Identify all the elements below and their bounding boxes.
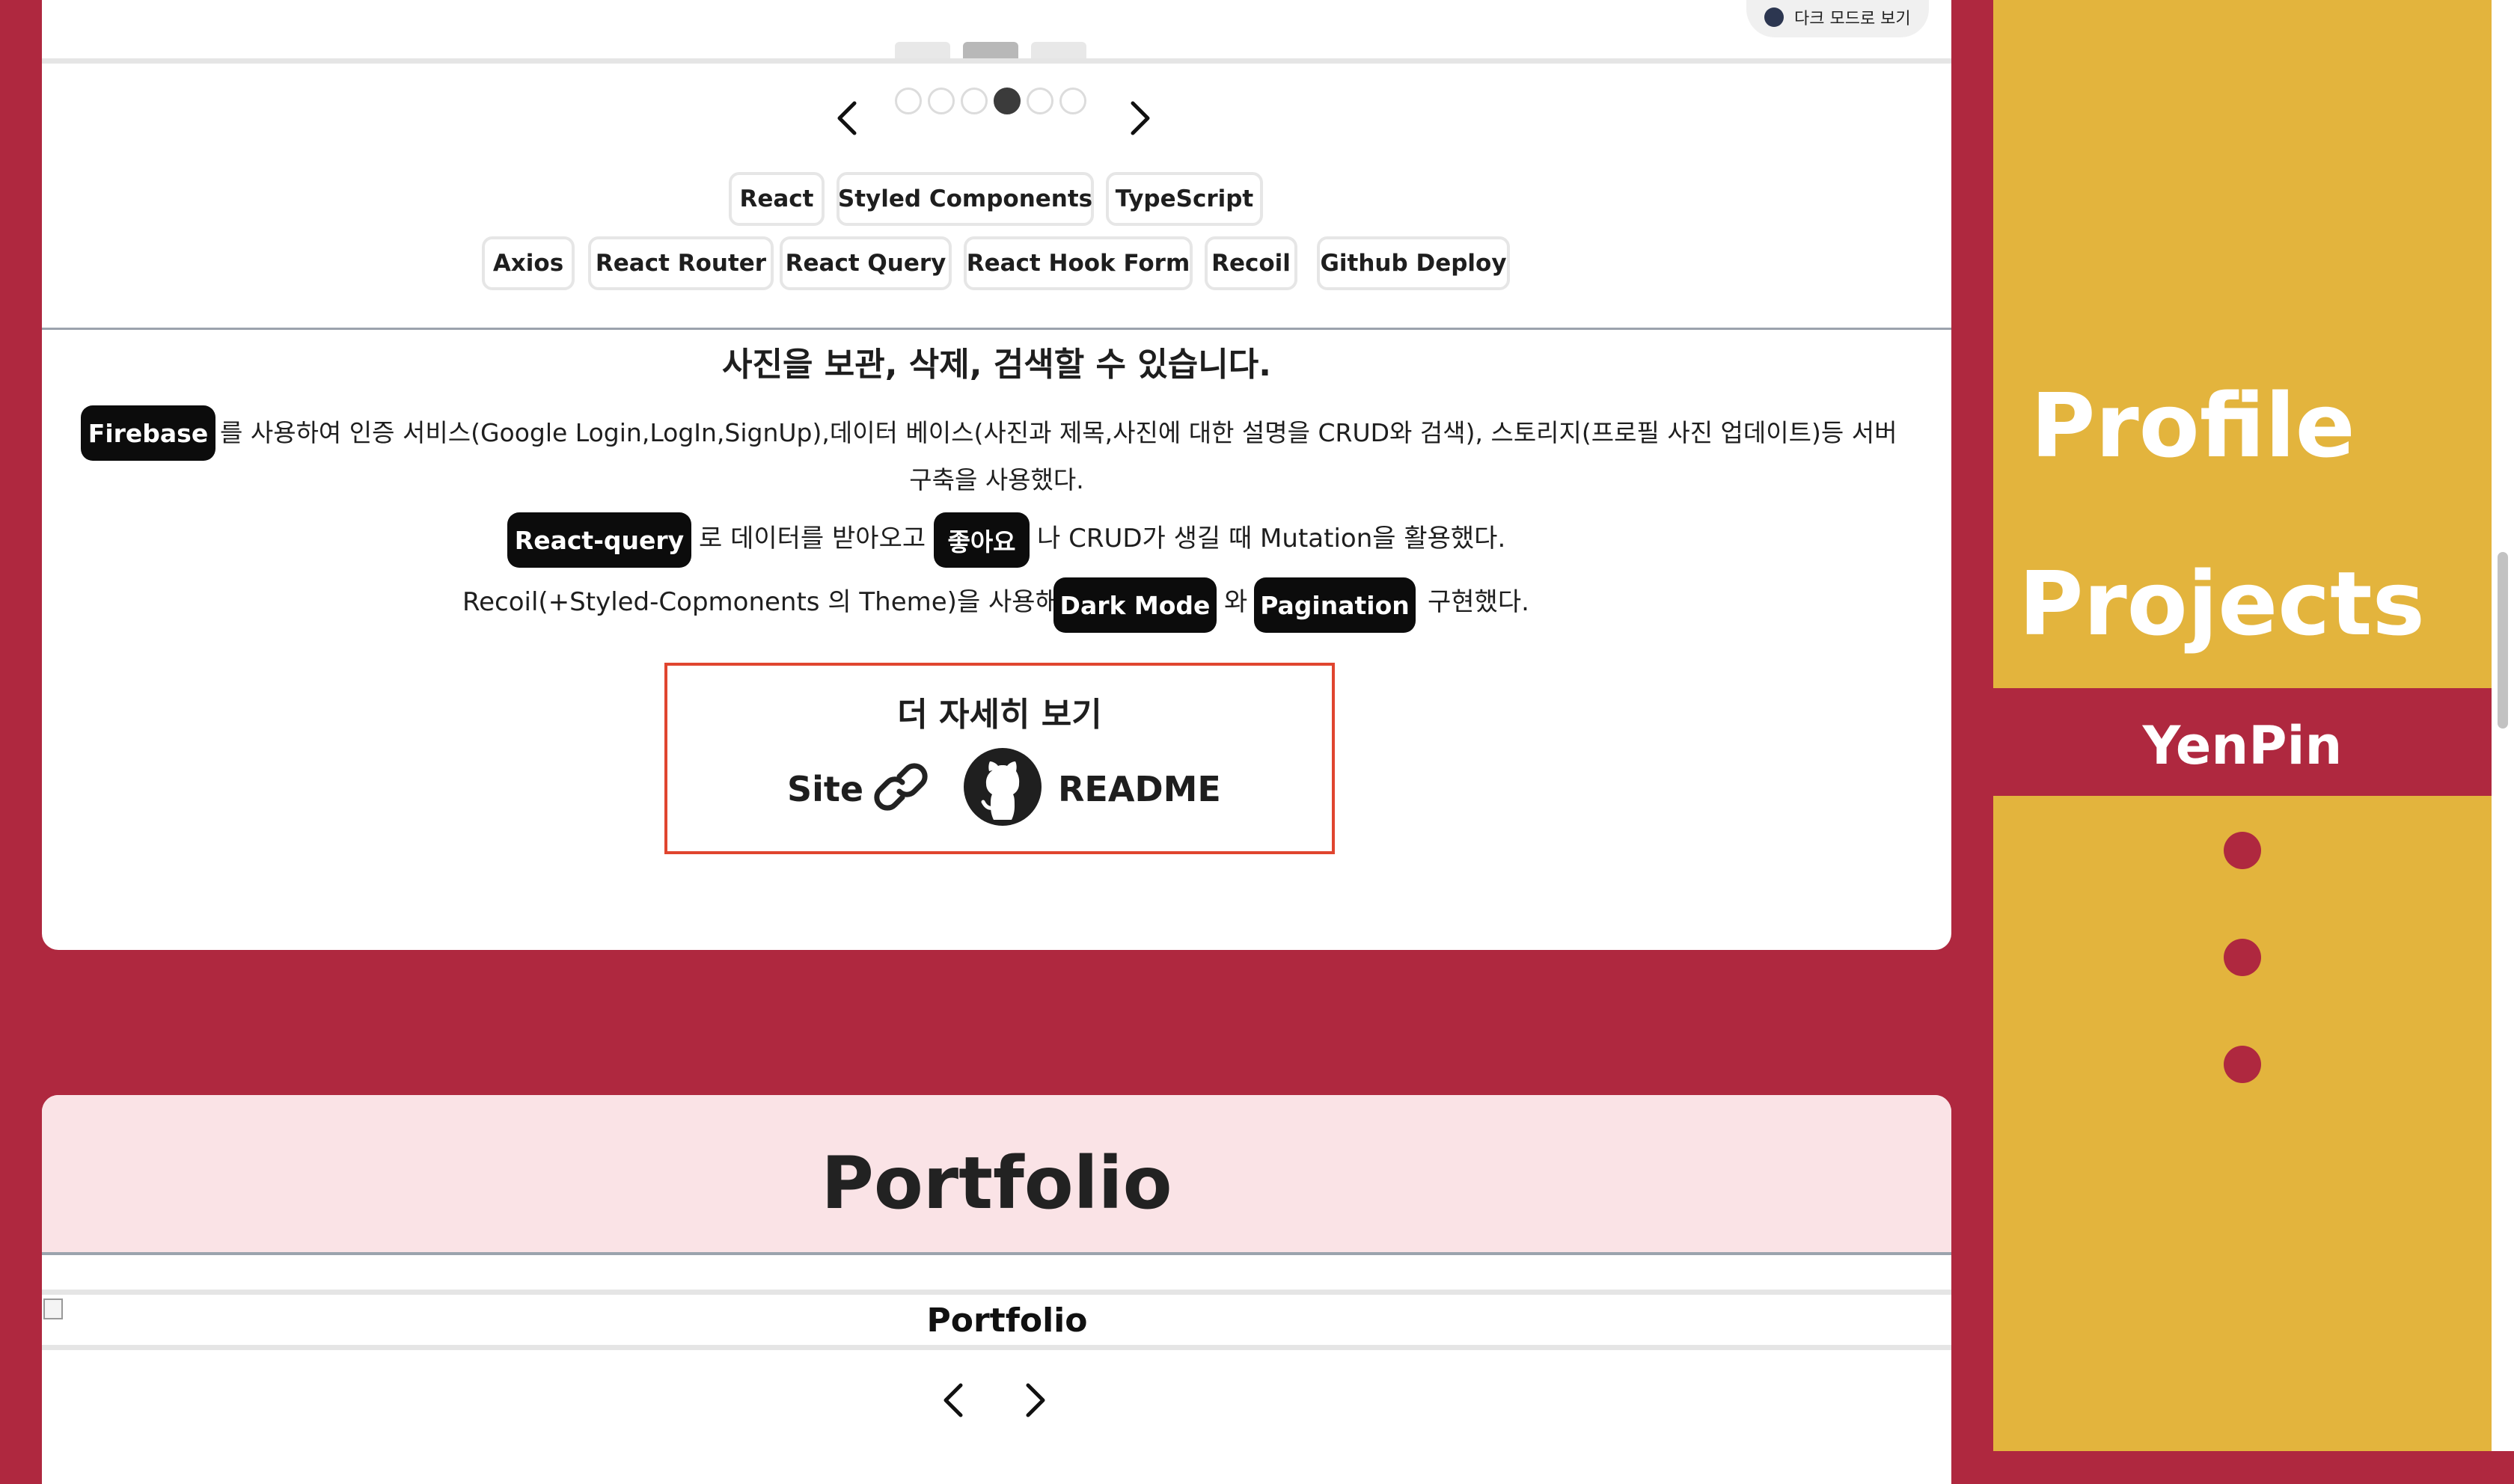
portfolio-prev-button[interactable] [940, 1381, 967, 1420]
tech-chip: React [729, 172, 825, 226]
project-headline: 사진을 보관, 삭제, 검색할 수 있습니다. [722, 346, 1271, 384]
divider [42, 1290, 1951, 1295]
tech-chip: Axios [482, 236, 575, 290]
carousel-prev-button[interactable] [834, 99, 860, 138]
tech-chip: Recoil [1205, 236, 1297, 290]
thumbnail[interactable] [895, 42, 950, 58]
dark-mode-label: 다크 모드로 보기 [1794, 10, 1911, 28]
tech-chip: TypeScript [1106, 172, 1263, 226]
sidebar-dot[interactable] [2224, 939, 2261, 976]
readme-link[interactable]: README [964, 748, 1221, 826]
description-text: 구축을 사용했다. [909, 465, 1084, 494]
portfolio-header: Portfolio [42, 1095, 1951, 1254]
dark-mode-toggle[interactable]: 다크 모드로 보기 [1746, 0, 1929, 37]
more-info-box: 더 자세히 보기 Site README [664, 663, 1335, 854]
thumbnail-active[interactable] [963, 42, 1018, 58]
carousel-dot[interactable] [1059, 88, 1086, 114]
chevron-left-icon [943, 1383, 963, 1417]
portfolio-card: Portfolio Portfolio [42, 1095, 1951, 1484]
tech-chip: Styled Components [837, 172, 1094, 226]
sidebar-item-profile[interactable]: Profile [2031, 381, 2355, 470]
carousel-dot[interactable] [895, 88, 922, 114]
readme-label: README [1058, 769, 1221, 809]
portfolio-title: Portfolio [821, 1141, 1172, 1225]
project-card: React Styled Components TypeScript Axios… [42, 0, 1951, 950]
carousel-dot-active[interactable] [994, 88, 1021, 114]
description-text: Recoil(+Styled-Copmonents 의 Theme)을 사용해 [462, 587, 1059, 617]
keyword-badge: React-query [507, 512, 691, 568]
carousel-next-button[interactable] [1127, 99, 1154, 138]
carousel-dot[interactable] [1027, 88, 1053, 114]
sidebar-item-label: YenPin [2142, 715, 2343, 776]
keyword-badge: Pagination [1254, 577, 1416, 633]
tech-chip: React Query [780, 236, 952, 290]
keyword-badge: 좋아요 [934, 512, 1030, 568]
portfolio-next-button[interactable] [1022, 1381, 1049, 1420]
carousel-dot[interactable] [961, 88, 988, 114]
moon-icon [1764, 7, 1784, 27]
sidebar-item-projects[interactable]: Projects [2019, 559, 2425, 648]
keyword-badge: Firebase [81, 405, 215, 461]
thumbnail[interactable] [1031, 42, 1086, 58]
scrollbar-thumb[interactable] [2498, 552, 2508, 729]
sidebar-dot[interactable] [2224, 1046, 2261, 1083]
more-info-title: 더 자세히 보기 [897, 696, 1102, 734]
divider [42, 1252, 1951, 1255]
portfolio-image-alt: Portfolio [926, 1301, 1088, 1340]
description-text: 와 [1224, 587, 1248, 617]
site-link[interactable]: Site [787, 748, 937, 823]
description-text: 구현했다. [1428, 587, 1529, 617]
scrollbar[interactable] [2492, 0, 2514, 1451]
divider [42, 328, 1951, 330]
description-text: 로 데이터를 받아오고 [699, 524, 926, 554]
sidebar-dot[interactable] [2224, 832, 2261, 869]
divider [42, 58, 1951, 64]
github-icon [964, 748, 1042, 826]
sidebar: Profile Projects YenPin [1993, 0, 2492, 1451]
link-icon [874, 763, 928, 811]
description-text: 나 CRUD가 생길 때 Mutation을 활용했다. [1037, 524, 1506, 554]
site-label: Site [787, 769, 864, 809]
tech-chip: React Hook Form [964, 236, 1193, 290]
tech-chip: React Router [588, 236, 774, 290]
chevron-right-icon [1026, 1383, 1045, 1417]
chevron-left-icon [837, 101, 857, 135]
divider [42, 1345, 1951, 1350]
tech-chip: Github Deploy [1317, 236, 1510, 290]
chevron-right-icon [1131, 101, 1150, 135]
carousel-dot[interactable] [928, 88, 955, 114]
sidebar-item-yenpin[interactable]: YenPin [1993, 688, 2492, 796]
keyword-badge: Dark Mode [1053, 577, 1217, 633]
description-text: 를 사용하여 인증 서비스(Google Login,LogIn,SignUp)… [220, 418, 1897, 447]
